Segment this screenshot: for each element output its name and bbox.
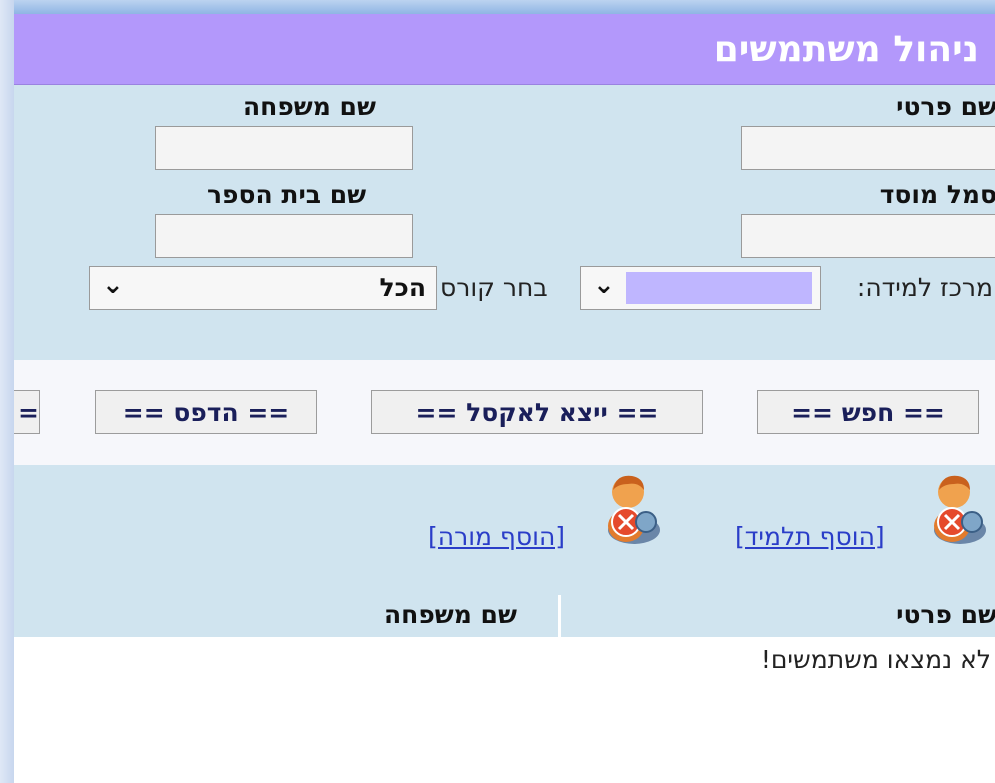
add-teacher-link[interactable]: [הוסף מורה]: [428, 522, 565, 551]
user-add-icon[interactable]: [930, 470, 990, 544]
column-header-first-name[interactable]: שם פרטי: [896, 600, 995, 629]
learning-center-label: מרכז למידה:: [856, 273, 993, 302]
learning-center-select[interactable]: ⌄: [580, 266, 821, 310]
window-left-edge: [0, 0, 14, 783]
user-add-icon[interactable]: [604, 470, 664, 544]
search-button[interactable]: == חפש ==: [757, 390, 979, 434]
institution-code-input[interactable]: [741, 214, 995, 258]
last-name-input[interactable]: [155, 126, 413, 170]
choose-course-label: בחר קורס: [440, 273, 548, 302]
page-title: ניהול משתמשים: [713, 29, 979, 70]
column-divider: [558, 595, 561, 637]
add-student-link[interactable]: [הוסף תלמיד]: [735, 522, 885, 551]
course-select-value: הכל: [379, 273, 426, 302]
chevron-down-icon: ⌄: [102, 270, 124, 300]
institution-code-label: סמל מוסד: [879, 180, 995, 209]
course-select[interactable]: ⌄ הכל: [89, 266, 437, 310]
redacted-value: [626, 272, 812, 304]
first-name-input[interactable]: [741, 126, 995, 170]
export-excel-button[interactable]: == ייצא לאקסל ==: [371, 390, 703, 434]
chevron-down-icon: ⌄: [593, 270, 615, 300]
school-name-label: שם בית הספר: [207, 180, 367, 209]
print-button[interactable]: == הדפס ==: [95, 390, 317, 434]
window-top-strip: [0, 0, 995, 14]
page-header: ניהול משתמשים: [0, 14, 995, 85]
last-name-label: שם משפחה: [243, 92, 376, 121]
empty-results-message: לא נמצאו משתמשים!: [760, 645, 991, 674]
column-header-last-name[interactable]: שם משפחה: [384, 600, 517, 629]
first-name-label: שם פרטי: [896, 92, 995, 121]
school-name-input[interactable]: [155, 214, 413, 258]
